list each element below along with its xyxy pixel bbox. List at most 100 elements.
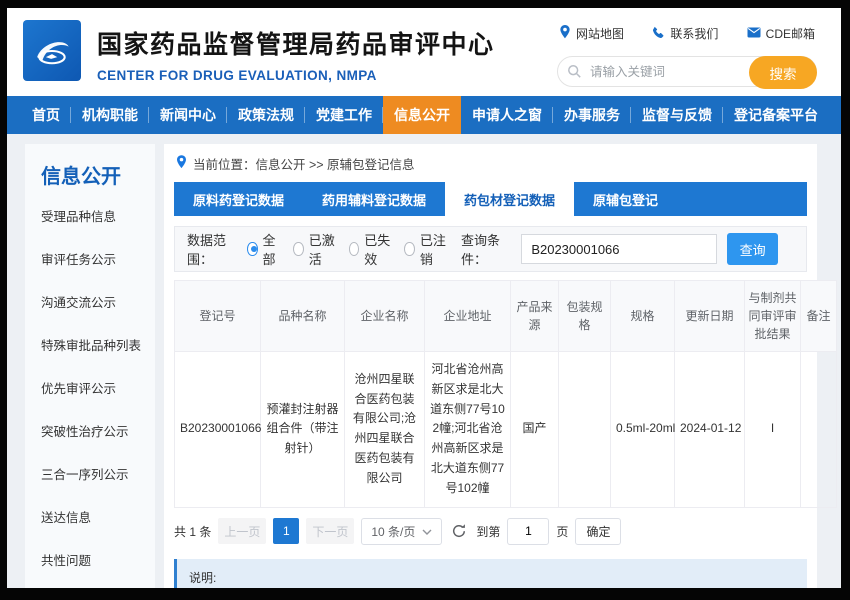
radio-label: 已失效 — [364, 230, 391, 268]
col-header-5: 包装规格 — [559, 281, 611, 352]
cde-logo — [23, 20, 81, 81]
sidebar-item-2[interactable]: 沟通交流公示 — [25, 280, 155, 323]
location-pin-icon — [176, 155, 187, 172]
nav-item-9[interactable]: 登记备案平台 — [723, 96, 829, 134]
map-pin-icon — [559, 25, 571, 42]
results-table: 登记号品种名称企业名称企业地址产品来源包装规格规格更新日期与制剂共同审评审批结果… — [174, 280, 837, 508]
site-search: 搜索 — [557, 56, 817, 87]
tab-bar: 原料药登记数据药用辅料登记数据药包材登记数据原辅包登记 — [174, 182, 807, 216]
cell-规格: 0.5ml-20ml — [611, 352, 675, 508]
sidebar-title: 信息公开 — [25, 144, 155, 194]
top-link-label: CDE邮箱 — [766, 25, 815, 42]
tab-1[interactable]: 药用辅料登记数据 — [303, 182, 445, 216]
nav-item-7[interactable]: 办事服务 — [553, 96, 631, 134]
nav-item-2[interactable]: 新闻中心 — [149, 96, 227, 134]
cell-企业地址: 河北省沧州高新区求是北大道东侧77号102幢;河北省沧州高新区求是北大道东侧77… — [425, 352, 511, 508]
col-header-4: 产品来源 — [511, 281, 559, 352]
cde-logo-swoosh — [31, 30, 73, 72]
nav-item-6[interactable]: 申请人之窗 — [461, 96, 553, 134]
main-nav: 首页机构职能新闻中心政策法规党建工作信息公开申请人之窗办事服务监督与反馈登记备案… — [7, 96, 841, 134]
col-header-1: 品种名称 — [261, 281, 345, 352]
total-count: 共 1 条 — [174, 523, 211, 540]
radio-circle-icon — [293, 242, 303, 256]
radio-label: 全部 — [263, 230, 281, 268]
goto-label: 到第 — [476, 523, 500, 540]
site-header: 国家药品监督管理局药品审评中心 CENTER FOR DRUG EVALUATI… — [7, 8, 841, 96]
table-row: B20230001066预灌封注射器组合件（带注射针）沧州四星联合医药包装有限公… — [175, 352, 837, 508]
search-input[interactable] — [588, 64, 746, 80]
col-header-7: 更新日期 — [675, 281, 745, 352]
sidebar: 信息公开 受理品种信息审评任务公示沟通交流公示特殊审批品种列表优先审评公示突破性… — [25, 144, 155, 588]
page-size-select[interactable]: 10 条/页 — [361, 518, 442, 545]
nav-item-1[interactable]: 机构职能 — [71, 96, 149, 134]
confirm-button[interactable]: 确定 — [575, 518, 621, 545]
nav-item-0[interactable]: 首页 — [21, 96, 71, 134]
sidebar-item-9[interactable]: 临床试验默示许可 — [25, 581, 155, 588]
scope-label: 数据范围： — [187, 230, 237, 268]
cell-更新日期: 2024-01-12 — [675, 352, 745, 508]
col-header-2: 企业名称 — [345, 281, 425, 352]
radio-circle-icon — [247, 242, 257, 256]
site-subtitle: CENTER FOR DRUG EVALUATION, NMPA — [97, 68, 495, 83]
brand-block: 国家药品监督管理局药品审评中心 CENTER FOR DRUG EVALUATI… — [97, 25, 495, 83]
page-size-value: 10 条/页 — [371, 523, 415, 540]
main-panel: 当前位置：信息公开 >> 原辅包登记信息 原料药登记数据药用辅料登记数据药包材登… — [164, 144, 817, 588]
sidebar-item-6[interactable]: 三合一序列公示 — [25, 452, 155, 495]
mail-icon — [747, 27, 761, 41]
scope-radio-1[interactable]: 已激活 — [293, 230, 336, 268]
query-label: 查询条件： — [461, 230, 511, 268]
table-header-row: 登记号品种名称企业名称企业地址产品来源包装规格规格更新日期与制剂共同审评审批结果… — [175, 281, 837, 352]
query-button[interactable]: 查询 — [727, 233, 778, 265]
col-header-6: 规格 — [611, 281, 675, 352]
sidebar-list: 受理品种信息审评任务公示沟通交流公示特殊审批品种列表优先审评公示突破性治疗公示三… — [25, 194, 155, 588]
cell-品种名称: 预灌封注射器组合件（带注射针） — [261, 352, 345, 508]
notes-title: 说明: — [189, 566, 795, 588]
nav-item-4[interactable]: 党建工作 — [305, 96, 383, 134]
sidebar-item-0[interactable]: 受理品种信息 — [25, 194, 155, 237]
tab-2[interactable]: 药包材登记数据 — [445, 182, 574, 216]
scope-radio-2[interactable]: 已失效 — [349, 230, 392, 268]
col-header-0: 登记号 — [175, 281, 261, 352]
top-link-1[interactable]: 联系我们 — [652, 25, 718, 42]
next-page-button[interactable]: 下一页 — [306, 518, 354, 544]
sidebar-item-4[interactable]: 优先审评公示 — [25, 366, 155, 409]
cell-备注 — [801, 352, 837, 508]
filter-bar: 数据范围： 全部已激活 已失效已注销 查询条件： 查询 — [174, 226, 807, 272]
col-header-8: 与制剂共同审评审批结果 — [745, 281, 801, 352]
tab-3[interactable]: 原辅包登记 — [574, 182, 677, 216]
top-link-label: 网站地图 — [576, 25, 624, 42]
search-icon — [567, 64, 582, 84]
prev-page-button[interactable]: 上一页 — [218, 518, 266, 544]
cell-与制剂共同审评审批结果: I — [745, 352, 801, 508]
sidebar-item-3[interactable]: 特殊审批品种列表 — [25, 323, 155, 366]
top-link-2[interactable]: CDE邮箱 — [747, 25, 815, 42]
scope-radio-3[interactable]: 已注销 — [404, 230, 447, 268]
query-input[interactable] — [521, 234, 717, 264]
cell-包装规格 — [559, 352, 611, 508]
page-word: 页 — [556, 523, 568, 540]
notes-panel: 说明: 1. 数据范围“全部”，不包含“已注销”2. “与制剂共同审评审批结果”… — [174, 559, 807, 588]
scope-radio-0[interactable]: 全部 — [247, 230, 280, 268]
nav-item-3[interactable]: 政策法规 — [227, 96, 305, 134]
col-header-9: 备注 — [801, 281, 837, 352]
col-header-3: 企业地址 — [425, 281, 511, 352]
top-link-label: 联系我们 — [670, 25, 718, 42]
search-button[interactable]: 搜索 — [749, 56, 817, 89]
tab-0[interactable]: 原料药登记数据 — [174, 182, 303, 216]
top-link-0[interactable]: 网站地图 — [559, 25, 624, 42]
nav-item-8[interactable]: 监督与反馈 — [631, 96, 723, 134]
page-number-button[interactable]: 1 — [273, 518, 299, 544]
goto-page-input[interactable] — [507, 518, 549, 545]
site-title: 国家药品监督管理局药品审评中心 — [97, 25, 495, 61]
breadcrumb: 当前位置：信息公开 >> 原辅包登记信息 — [174, 144, 807, 182]
refresh-icon[interactable] — [451, 523, 467, 539]
nav-item-5[interactable]: 信息公开 — [383, 96, 461, 134]
sidebar-item-7[interactable]: 送达信息 — [25, 495, 155, 538]
sidebar-item-8[interactable]: 共性问题 — [25, 538, 155, 581]
content-area: 信息公开 受理品种信息审评任务公示沟通交流公示特殊审批品种列表优先审评公示突破性… — [7, 134, 841, 588]
scope-radios: 全部已激活 已失效已注销 — [247, 230, 447, 268]
header-right: 网站地图 联系我们 CDE邮箱 搜索 — [557, 25, 817, 87]
page-frame: 国家药品监督管理局药品审评中心 CENTER FOR DRUG EVALUATI… — [7, 8, 841, 588]
sidebar-item-1[interactable]: 审评任务公示 — [25, 237, 155, 280]
sidebar-item-5[interactable]: 突破性治疗公示 — [25, 409, 155, 452]
